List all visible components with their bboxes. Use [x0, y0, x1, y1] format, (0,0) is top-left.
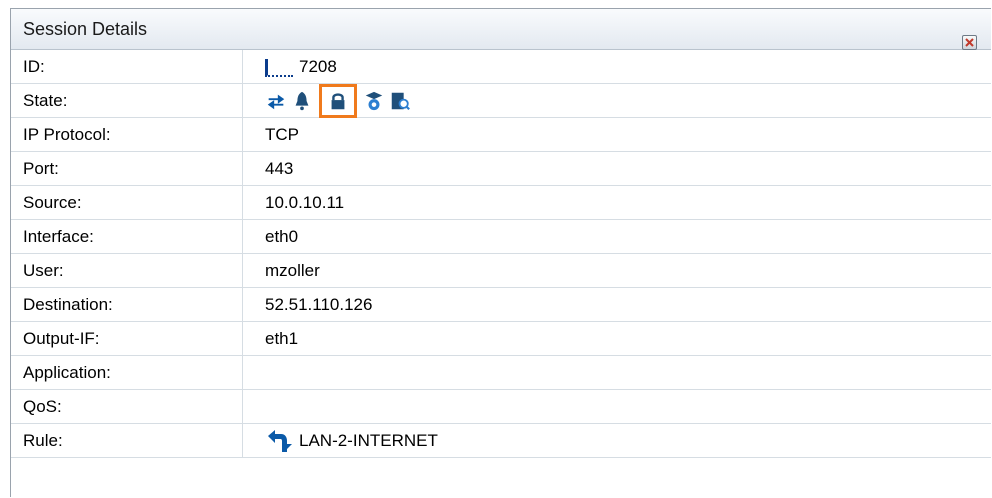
row-value: 10.0.10.11	[265, 192, 345, 212]
rule-arrow-icon	[268, 429, 292, 452]
row-label: Source:	[11, 186, 243, 219]
rule-name[interactable]: LAN-2-INTERNET	[299, 431, 438, 451]
row-rule: Rule: LAN-2-INTERNET	[11, 424, 991, 458]
panel-header: Session Details	[11, 9, 991, 50]
row-source: Source: 10.0.10.11	[11, 186, 991, 220]
row-label: Destination:	[11, 288, 243, 321]
row-label: State:	[11, 84, 243, 117]
row-value: mzoller	[265, 260, 320, 280]
row-value: eth0	[265, 226, 299, 246]
row-label: Output-IF:	[11, 322, 243, 355]
session-details-panel: Session Details ID: 7208 State: IP Proto…	[10, 8, 991, 497]
state-icons	[243, 83, 411, 118]
row-value[interactable]: LAN-2-INTERNET	[243, 424, 438, 457]
lock-icon	[331, 92, 345, 109]
row-label: User:	[11, 254, 243, 287]
panel-title: Session Details	[23, 18, 148, 39]
row-label: Application:	[11, 356, 243, 389]
row-state: State:	[11, 83, 991, 118]
row-ip-protocol: IP Protocol: TCP	[11, 118, 991, 152]
row-value: TCP	[265, 124, 299, 144]
row-value: 7208	[243, 50, 337, 83]
close-icon[interactable]	[962, 35, 977, 50]
row-value	[243, 356, 265, 389]
row-label: Port:	[11, 152, 243, 185]
details-table: ID: 7208 State: IP Protocol: TCP Port: 4…	[11, 50, 991, 458]
row-application: Application:	[11, 356, 991, 390]
row-label: Rule:	[11, 424, 243, 457]
id-marker-icon	[265, 58, 293, 77]
row-id: ID: 7208	[11, 50, 991, 84]
row-qos: QoS:	[11, 390, 991, 424]
row-output-if: Output-IF: eth1	[11, 322, 991, 356]
row-value: 443	[265, 158, 294, 178]
row-user: User: mzoller	[11, 254, 991, 288]
row-label: QoS:	[11, 390, 243, 423]
shield-gear-icon	[365, 91, 383, 110]
row-interface: Interface: eth0	[11, 220, 991, 254]
id-value: 7208	[299, 56, 337, 76]
highlighted-lock	[319, 83, 357, 118]
row-port: Port: 443	[11, 152, 991, 186]
bell-icon	[295, 91, 309, 110]
document-search-icon	[391, 92, 410, 110]
row-label: IP Protocol:	[11, 118, 243, 151]
row-value: 52.51.110.126	[265, 294, 373, 314]
bidirectional-arrows-icon	[267, 94, 285, 109]
row-value: eth1	[265, 328, 299, 348]
row-label: Interface:	[11, 220, 243, 253]
row-destination: Destination: 52.51.110.126	[11, 288, 991, 322]
row-label: ID:	[11, 50, 243, 83]
row-value	[243, 390, 265, 423]
